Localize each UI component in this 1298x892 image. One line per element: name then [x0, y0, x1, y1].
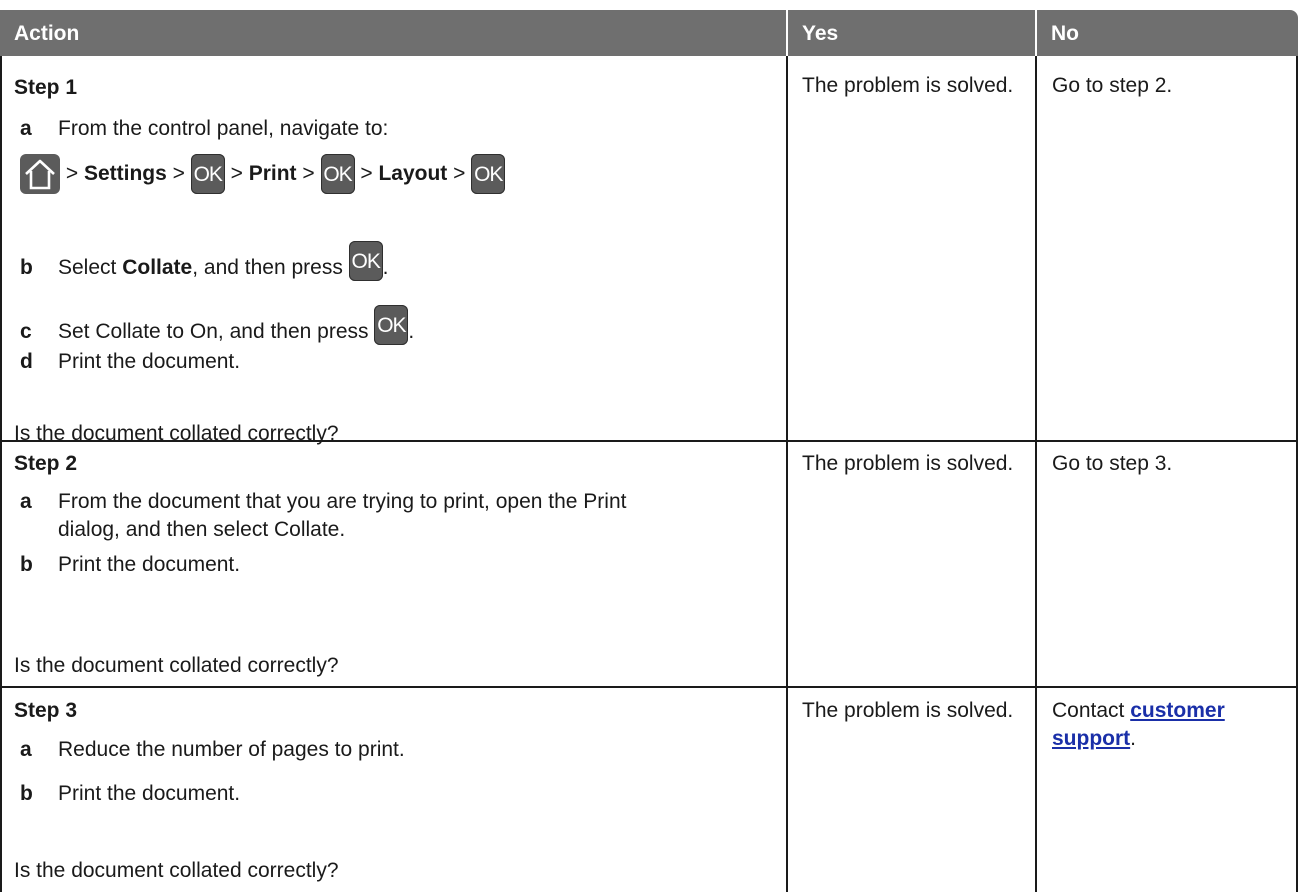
yes-cell: The problem is solved.	[802, 452, 1014, 475]
nav-separator: >	[453, 162, 466, 185]
item-letter: d	[20, 350, 33, 373]
no-text: Contact	[1052, 699, 1131, 722]
home-icon	[20, 154, 60, 195]
item-letter: c	[20, 320, 32, 343]
row-divider	[0, 686, 1298, 688]
item-letter: b	[20, 256, 33, 279]
nav-separator: >	[302, 162, 315, 185]
no-cell: Contact customer support.	[1052, 697, 1287, 753]
header-no: No	[1051, 22, 1079, 45]
no-cell: Go to step 2.	[1052, 74, 1173, 97]
question-text: Is the document collated correctly?	[14, 654, 339, 677]
table-header: Action Yes No	[0, 10, 1298, 56]
item-text: Print the document.	[58, 782, 241, 805]
table-border	[0, 56, 2, 892]
nav-separator: >	[65, 162, 79, 185]
item-text: , and then press	[192, 256, 343, 279]
ok-button-icon: OK	[471, 154, 506, 195]
ok-button-icon: OK	[374, 305, 409, 346]
nav-print: Print	[248, 162, 297, 185]
column-divider	[1035, 56, 1037, 892]
item-letter: a	[20, 738, 32, 761]
header-yes: Yes	[802, 22, 839, 45]
nav-separator: >	[230, 162, 243, 185]
no-text: .	[1130, 727, 1136, 750]
step-title: Step 2	[14, 452, 78, 475]
ok-button-icon: OK	[348, 241, 383, 282]
item-text: Print the document.	[58, 553, 241, 576]
yes-cell: The problem is solved.	[802, 74, 1014, 97]
link-text[interactable]: customer	[1130, 699, 1225, 722]
step-title: Step 3	[14, 699, 78, 722]
question-text: Is the document collated correctly?	[14, 859, 339, 882]
nav-separator: >	[172, 162, 185, 185]
item-letter: a	[20, 117, 32, 140]
item-text: From the document that you are trying to…	[58, 490, 627, 513]
link-text[interactable]: support	[1052, 727, 1130, 750]
header-action: Action	[14, 22, 80, 45]
item-letter: b	[20, 553, 33, 576]
nav-settings: Settings	[83, 162, 167, 185]
item-bold-text: Collate	[122, 256, 193, 279]
navigation-path: > Settings > OK > Print > OK > Layout > …	[20, 152, 506, 196]
yes-cell: The problem is solved.	[802, 699, 1014, 722]
header-divider	[786, 10, 788, 56]
item-letter: a	[20, 490, 32, 513]
column-divider	[786, 56, 788, 892]
item-text: dialog, and then select Collate.	[58, 518, 346, 541]
item-text: From the control panel, navigate to:	[58, 117, 389, 140]
item-text: Print the document.	[58, 350, 241, 373]
question-text: Is the document collated correctly?	[14, 422, 339, 445]
nav-separator: >	[360, 162, 373, 185]
item-text: Set Collate to On, and then press	[58, 320, 369, 343]
nav-layout: Layout	[378, 162, 448, 185]
header-divider	[1035, 10, 1037, 56]
item-text: Select	[58, 256, 123, 279]
no-cell: Go to step 3.	[1052, 452, 1173, 475]
item-text: Reduce the number of pages to print.	[58, 738, 405, 761]
item-letter: b	[20, 782, 33, 805]
step-title: Step 1	[14, 76, 78, 99]
ok-button-icon: OK	[320, 154, 355, 195]
ok-button-icon: OK	[190, 154, 225, 195]
